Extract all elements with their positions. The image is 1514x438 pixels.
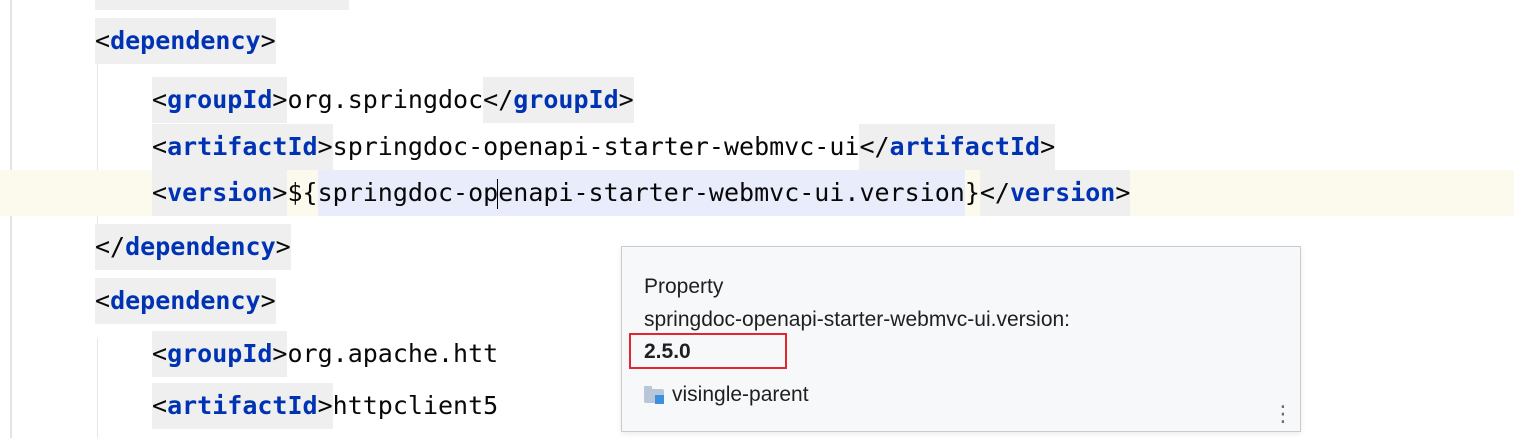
- xml-tag-name: groupId: [167, 331, 273, 377]
- xml-bracket: </: [859, 124, 890, 170]
- popup-module-link[interactable]: visingle-parent: [644, 383, 809, 407]
- previous-line-fragment: [95, 0, 349, 10]
- xml-bracket: </: [483, 77, 514, 123]
- popup-property-value: 2.5.0: [644, 340, 691, 363]
- xml-text: springdoc-openapi-starter-webmvc-ui: [332, 132, 860, 161]
- xml-tag-name: dependency: [110, 18, 261, 64]
- xml-bracket: >: [275, 224, 291, 270]
- popup-module-name: visingle-parent: [672, 383, 809, 406]
- xml-bracket: >: [272, 331, 288, 377]
- popup-kind-label: Property: [644, 275, 724, 298]
- xml-tag-name: artifactId: [167, 383, 318, 429]
- xml-bracket: >: [272, 77, 288, 123]
- xml-text: org.apache.htt: [287, 339, 499, 368]
- xml-tag-name: groupId: [167, 77, 273, 123]
- module-folder-icon: [644, 385, 666, 404]
- xml-bracket: >: [272, 170, 288, 216]
- xml-bracket: <: [152, 331, 168, 377]
- indent-guide: [97, 62, 98, 245]
- indent-guide: [97, 338, 98, 438]
- xml-bracket: <: [152, 77, 168, 123]
- xml-bracket: >: [1040, 124, 1056, 170]
- property-documentation-popup[interactable]: Property springdoc-openapi-starter-webmv…: [621, 246, 1301, 432]
- xml-bracket: <: [95, 278, 111, 324]
- xml-text: httpclient5: [332, 391, 499, 420]
- code-line-current[interactable]: <version>${springdoc-openapi-starter-web…: [0, 170, 1514, 216]
- vertical-ellipsis-icon[interactable]: ⋮: [1272, 403, 1294, 425]
- xml-text: }: [964, 178, 980, 207]
- xml-bracket: >: [1115, 170, 1131, 216]
- code-editor[interactable]: <dependency> <groupId>org.springdoc</grou…: [0, 0, 1514, 438]
- xml-bracket: >: [618, 77, 634, 123]
- xml-bracket: >: [317, 124, 333, 170]
- xml-bracket: >: [260, 18, 276, 64]
- xml-bracket: <: [95, 18, 111, 64]
- xml-bracket: </: [95, 224, 126, 270]
- xml-bracket: >: [317, 383, 333, 429]
- xml-tag-name: dependency: [110, 278, 261, 324]
- xml-tag-name: version: [1009, 170, 1116, 216]
- property-reference: enapi-starter-webmvc-ui.version: [498, 170, 965, 216]
- xml-bracket: <: [152, 383, 168, 429]
- xml-tag-name: groupId: [513, 77, 619, 123]
- xml-text: ${: [287, 178, 318, 207]
- xml-tag-name: dependency: [125, 224, 276, 270]
- popup-property-name: springdoc-openapi-starter-webmvc-ui.vers…: [644, 308, 1071, 331]
- xml-bracket: <: [152, 170, 168, 216]
- xml-bracket: </: [979, 170, 1010, 216]
- xml-text: org.springdoc: [287, 85, 484, 114]
- xml-bracket: >: [260, 278, 276, 324]
- gutter-divider: [10, 0, 12, 438]
- property-reference: springdoc-op: [317, 170, 499, 216]
- xml-bracket: <: [152, 124, 168, 170]
- xml-tag-name: version: [167, 170, 273, 216]
- xml-tag-name: artifactId: [889, 124, 1041, 170]
- xml-tag-name: artifactId: [167, 124, 318, 170]
